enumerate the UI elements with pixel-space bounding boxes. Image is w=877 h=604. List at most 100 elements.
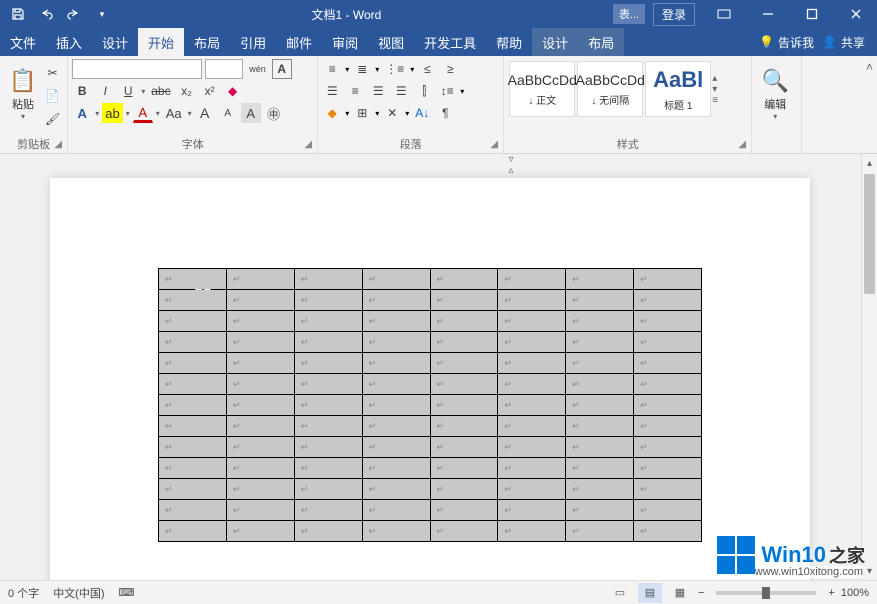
- table-cell[interactable]: [226, 521, 294, 542]
- table-cell[interactable]: [362, 500, 430, 521]
- cut-icon[interactable]: ✂: [42, 63, 63, 83]
- table-cell[interactable]: [430, 479, 498, 500]
- table-cell[interactable]: [430, 311, 498, 332]
- sort-icon[interactable]: A↓: [412, 103, 432, 123]
- asian-layout-icon[interactable]: ✕: [382, 103, 402, 123]
- tab-developer[interactable]: 开发工具: [414, 28, 486, 56]
- table-cell[interactable]: [498, 521, 566, 542]
- tab-mailings[interactable]: 邮件: [276, 28, 322, 56]
- table-cell[interactable]: [226, 458, 294, 479]
- tab-review[interactable]: 审阅: [322, 28, 368, 56]
- justify-icon[interactable]: ☰: [391, 81, 411, 101]
- table-cell[interactable]: [566, 332, 634, 353]
- table-cell[interactable]: [498, 353, 566, 374]
- table-cell[interactable]: [498, 311, 566, 332]
- format-painter-icon[interactable]: 🖌: [42, 109, 63, 129]
- table-cell[interactable]: [634, 269, 702, 290]
- table-cell[interactable]: [430, 437, 498, 458]
- table-cell[interactable]: [634, 311, 702, 332]
- table-cell[interactable]: [498, 416, 566, 437]
- table-cell[interactable]: [226, 395, 294, 416]
- table-cell[interactable]: [159, 353, 227, 374]
- tab-insert[interactable]: 插入: [46, 28, 92, 56]
- tab-file[interactable]: 文件: [0, 28, 46, 56]
- table-cell[interactable]: [294, 353, 362, 374]
- increase-indent-icon[interactable]: ≥: [440, 59, 460, 79]
- table-cell[interactable]: [226, 311, 294, 332]
- bullets-icon[interactable]: ≡: [322, 59, 342, 79]
- table-cell[interactable]: [498, 479, 566, 500]
- tab-help[interactable]: 帮助: [486, 28, 532, 56]
- text-effects-icon[interactable]: A: [72, 103, 92, 123]
- table-cell[interactable]: [159, 269, 227, 290]
- login-button[interactable]: 登录: [653, 3, 695, 26]
- table-cell[interactable]: [634, 416, 702, 437]
- italic-button[interactable]: I: [95, 81, 115, 101]
- table-cell[interactable]: [226, 269, 294, 290]
- table-cell[interactable]: [498, 395, 566, 416]
- share-button[interactable]: 👤共享: [822, 34, 865, 51]
- table-cell[interactable]: [566, 353, 634, 374]
- maximize-icon[interactable]: [791, 0, 833, 28]
- line-spacing-icon[interactable]: ↕≡: [437, 81, 457, 101]
- table-cell[interactable]: [159, 311, 227, 332]
- close-icon[interactable]: [835, 0, 877, 28]
- table-cell[interactable]: [159, 479, 227, 500]
- table-cell[interactable]: [226, 500, 294, 521]
- table-cell[interactable]: [430, 353, 498, 374]
- table-cell[interactable]: [294, 290, 362, 311]
- document-table[interactable]: [158, 268, 702, 542]
- table-cell[interactable]: [430, 395, 498, 416]
- paste-button[interactable]: 📋 粘贴 ▾: [4, 59, 42, 129]
- table-cell[interactable]: [566, 479, 634, 500]
- tab-table-design[interactable]: 设计: [532, 28, 578, 56]
- table-cell[interactable]: [294, 458, 362, 479]
- table-cell[interactable]: [294, 374, 362, 395]
- table-cell[interactable]: [294, 521, 362, 542]
- table-cell[interactable]: [634, 458, 702, 479]
- enclose-char-icon[interactable]: ㊥: [264, 103, 284, 123]
- change-case-icon[interactable]: Aa: [163, 103, 185, 123]
- subscript-button[interactable]: x₂: [177, 81, 197, 101]
- table-cell[interactable]: [159, 395, 227, 416]
- table-cell[interactable]: [362, 479, 430, 500]
- table-cell[interactable]: [498, 437, 566, 458]
- tab-layout[interactable]: 布局: [184, 28, 230, 56]
- table-cell[interactable]: [226, 290, 294, 311]
- shading-icon[interactable]: ◆: [322, 103, 342, 123]
- table-cell[interactable]: [159, 437, 227, 458]
- table-cell[interactable]: [634, 290, 702, 311]
- ruler-indent-markers[interactable]: ▿▵: [504, 154, 518, 172]
- ribbon-display-icon[interactable]: [703, 0, 745, 28]
- table-cell[interactable]: [566, 458, 634, 479]
- table-cell[interactable]: [566, 290, 634, 311]
- table-cell[interactable]: [566, 521, 634, 542]
- scroll-thumb[interactable]: [864, 174, 875, 294]
- zoom-in-icon[interactable]: +: [828, 587, 834, 599]
- table-cell[interactable]: [498, 332, 566, 353]
- font-color-icon[interactable]: A: [133, 103, 153, 123]
- font-name-selector[interactable]: [72, 59, 202, 79]
- phonetic-guide-icon[interactable]: wén: [246, 59, 269, 79]
- collapse-ribbon-icon[interactable]: ˄: [866, 60, 873, 74]
- grow-font-icon[interactable]: A: [195, 103, 215, 123]
- tell-me-search[interactable]: 💡告诉我: [759, 34, 814, 51]
- table-cell[interactable]: [566, 437, 634, 458]
- multilevel-list-icon[interactable]: ⋮≡: [382, 59, 407, 79]
- table-cell[interactable]: [362, 353, 430, 374]
- table-cell[interactable]: [294, 500, 362, 521]
- save-icon[interactable]: [10, 6, 26, 22]
- table-cell[interactable]: [498, 500, 566, 521]
- decrease-indent-icon[interactable]: ≤: [417, 59, 437, 79]
- table-cell[interactable]: [294, 437, 362, 458]
- strikethrough-button[interactable]: abc: [148, 81, 173, 101]
- table-cell[interactable]: [430, 332, 498, 353]
- accessibility-icon[interactable]: ⌨: [119, 586, 135, 599]
- tab-references[interactable]: 引用: [230, 28, 276, 56]
- table-cell[interactable]: [362, 290, 430, 311]
- table-cell[interactable]: [430, 290, 498, 311]
- style-tile[interactable]: AaBbCcDd↓ 无间隔: [577, 61, 643, 117]
- undo-icon[interactable]: [38, 6, 54, 22]
- table-cell[interactable]: [430, 374, 498, 395]
- table-cell[interactable]: [634, 479, 702, 500]
